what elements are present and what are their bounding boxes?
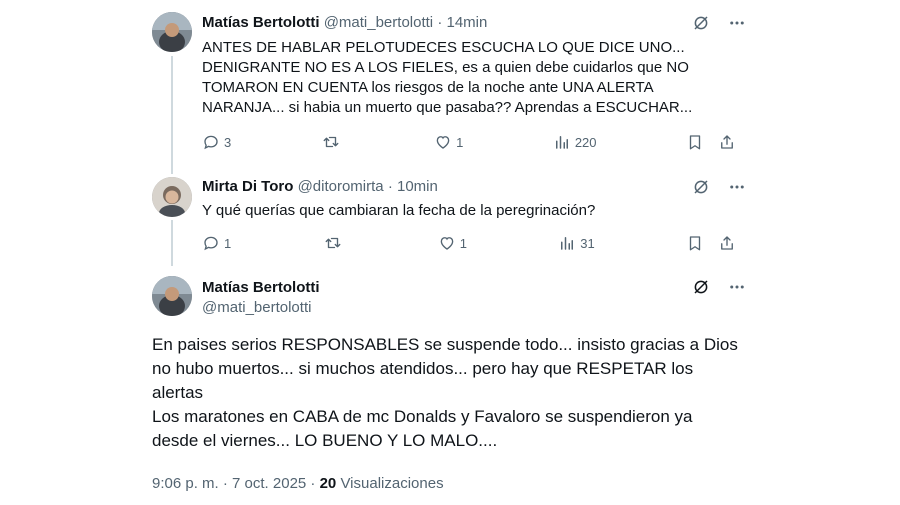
like-count: 1 (459, 235, 467, 251)
main-tweet-header: Matías Bertolotti @mati_bertolotti (202, 278, 320, 318)
more-icon[interactable] (728, 14, 746, 32)
tweet-top-icons (692, 14, 746, 32)
tweet-actions: 3 1 220 (202, 132, 736, 152)
share-icon[interactable] (718, 133, 736, 151)
avatar[interactable] (152, 276, 192, 316)
like-icon (440, 237, 454, 250)
tweet-right-actions (686, 234, 736, 252)
views-button[interactable]: 31 (558, 234, 595, 252)
tweet-time[interactable]: 10min (397, 178, 438, 195)
views-icon (555, 136, 568, 149)
views-label: Visualizaciones (336, 475, 444, 492)
tweet-paragraph: Los maratones en CABA de mc Donalds y Fa… (152, 407, 693, 450)
bookmark-icon[interactable] (686, 234, 704, 252)
retweet-icon (325, 237, 340, 249)
main-tweet-text: En paises serios RESPONSABLES se suspend… (152, 333, 742, 453)
reply-icon (204, 135, 218, 150)
thread-line (171, 56, 173, 174)
author-handle[interactable]: @mati_bertolotti (202, 298, 320, 318)
tweet-metadata: 9:06 p. m. · 7 oct. 2025 · 20 Visualizac… (152, 474, 444, 494)
grok-icon[interactable] (692, 178, 710, 196)
more-icon[interactable] (728, 178, 746, 196)
thread-line (171, 220, 173, 266)
retweet-button[interactable] (323, 234, 347, 252)
author-name[interactable]: Mirta Di Toro (202, 178, 293, 195)
like-button[interactable]: 1 (434, 133, 463, 151)
share-icon[interactable] (718, 234, 736, 252)
reply-icon (204, 236, 218, 251)
tweet-text: ANTES DE HABLAR PELOTUDECES ESCUCHA LO Q… (202, 39, 693, 116)
tweet-header: Mirta Di Toro @ditoromirta · 10min (202, 177, 438, 197)
like-count: 1 (456, 134, 464, 150)
avatar[interactable] (152, 12, 192, 52)
author-name[interactable]: Matías Bertolotti (202, 14, 320, 31)
avatar[interactable] (152, 177, 192, 217)
grok-icon[interactable] (692, 14, 710, 32)
author-name[interactable]: Matías Bertolotti (202, 278, 320, 298)
tweet-header: Matías Bertolotti @mati_bertolotti · 14m… (202, 13, 487, 33)
more-icon[interactable] (728, 278, 746, 296)
tweet-time[interactable]: 14min (446, 14, 487, 31)
tweet-right-actions (686, 133, 736, 151)
views-count: 20 (319, 475, 337, 492)
views-count: 220 (574, 134, 597, 150)
grok-icon[interactable] (692, 278, 710, 296)
views-count: 31 (580, 235, 595, 251)
author-handle[interactable]: @ditoromirta (298, 178, 384, 195)
tweet-top-icons (692, 278, 746, 296)
reply-count: 1 (224, 235, 232, 251)
tweet-text: Y qué querías que cambiaran la fecha de … (202, 202, 596, 219)
author-handle[interactable]: @mati_bertolotti (324, 14, 433, 31)
retweet-button[interactable] (321, 133, 345, 151)
reply-button[interactable]: 3 (202, 133, 231, 151)
like-button[interactable]: 1 (438, 234, 467, 252)
like-icon (436, 136, 450, 149)
reply-count: 3 (224, 134, 232, 150)
conversation-thread: Matías Bertolotti @mati_bertolotti · 14m… (0, 0, 900, 505)
reply-button[interactable]: 1 (202, 234, 231, 252)
separator-dot: · (387, 178, 393, 195)
views-button[interactable]: 220 (553, 133, 597, 151)
retweet-icon (323, 136, 339, 148)
views-icon (561, 237, 574, 250)
bookmark-icon[interactable] (686, 133, 704, 151)
tweet-paragraph: En paises serios RESPONSABLES se suspend… (152, 335, 738, 402)
tweet-timestamp[interactable]: 9:06 p. m. · 7 oct. 2025 · (152, 475, 320, 492)
tweet-top-icons (692, 178, 746, 196)
tweet-actions: 1 1 31 (202, 233, 736, 253)
separator-dot: · (437, 14, 443, 31)
